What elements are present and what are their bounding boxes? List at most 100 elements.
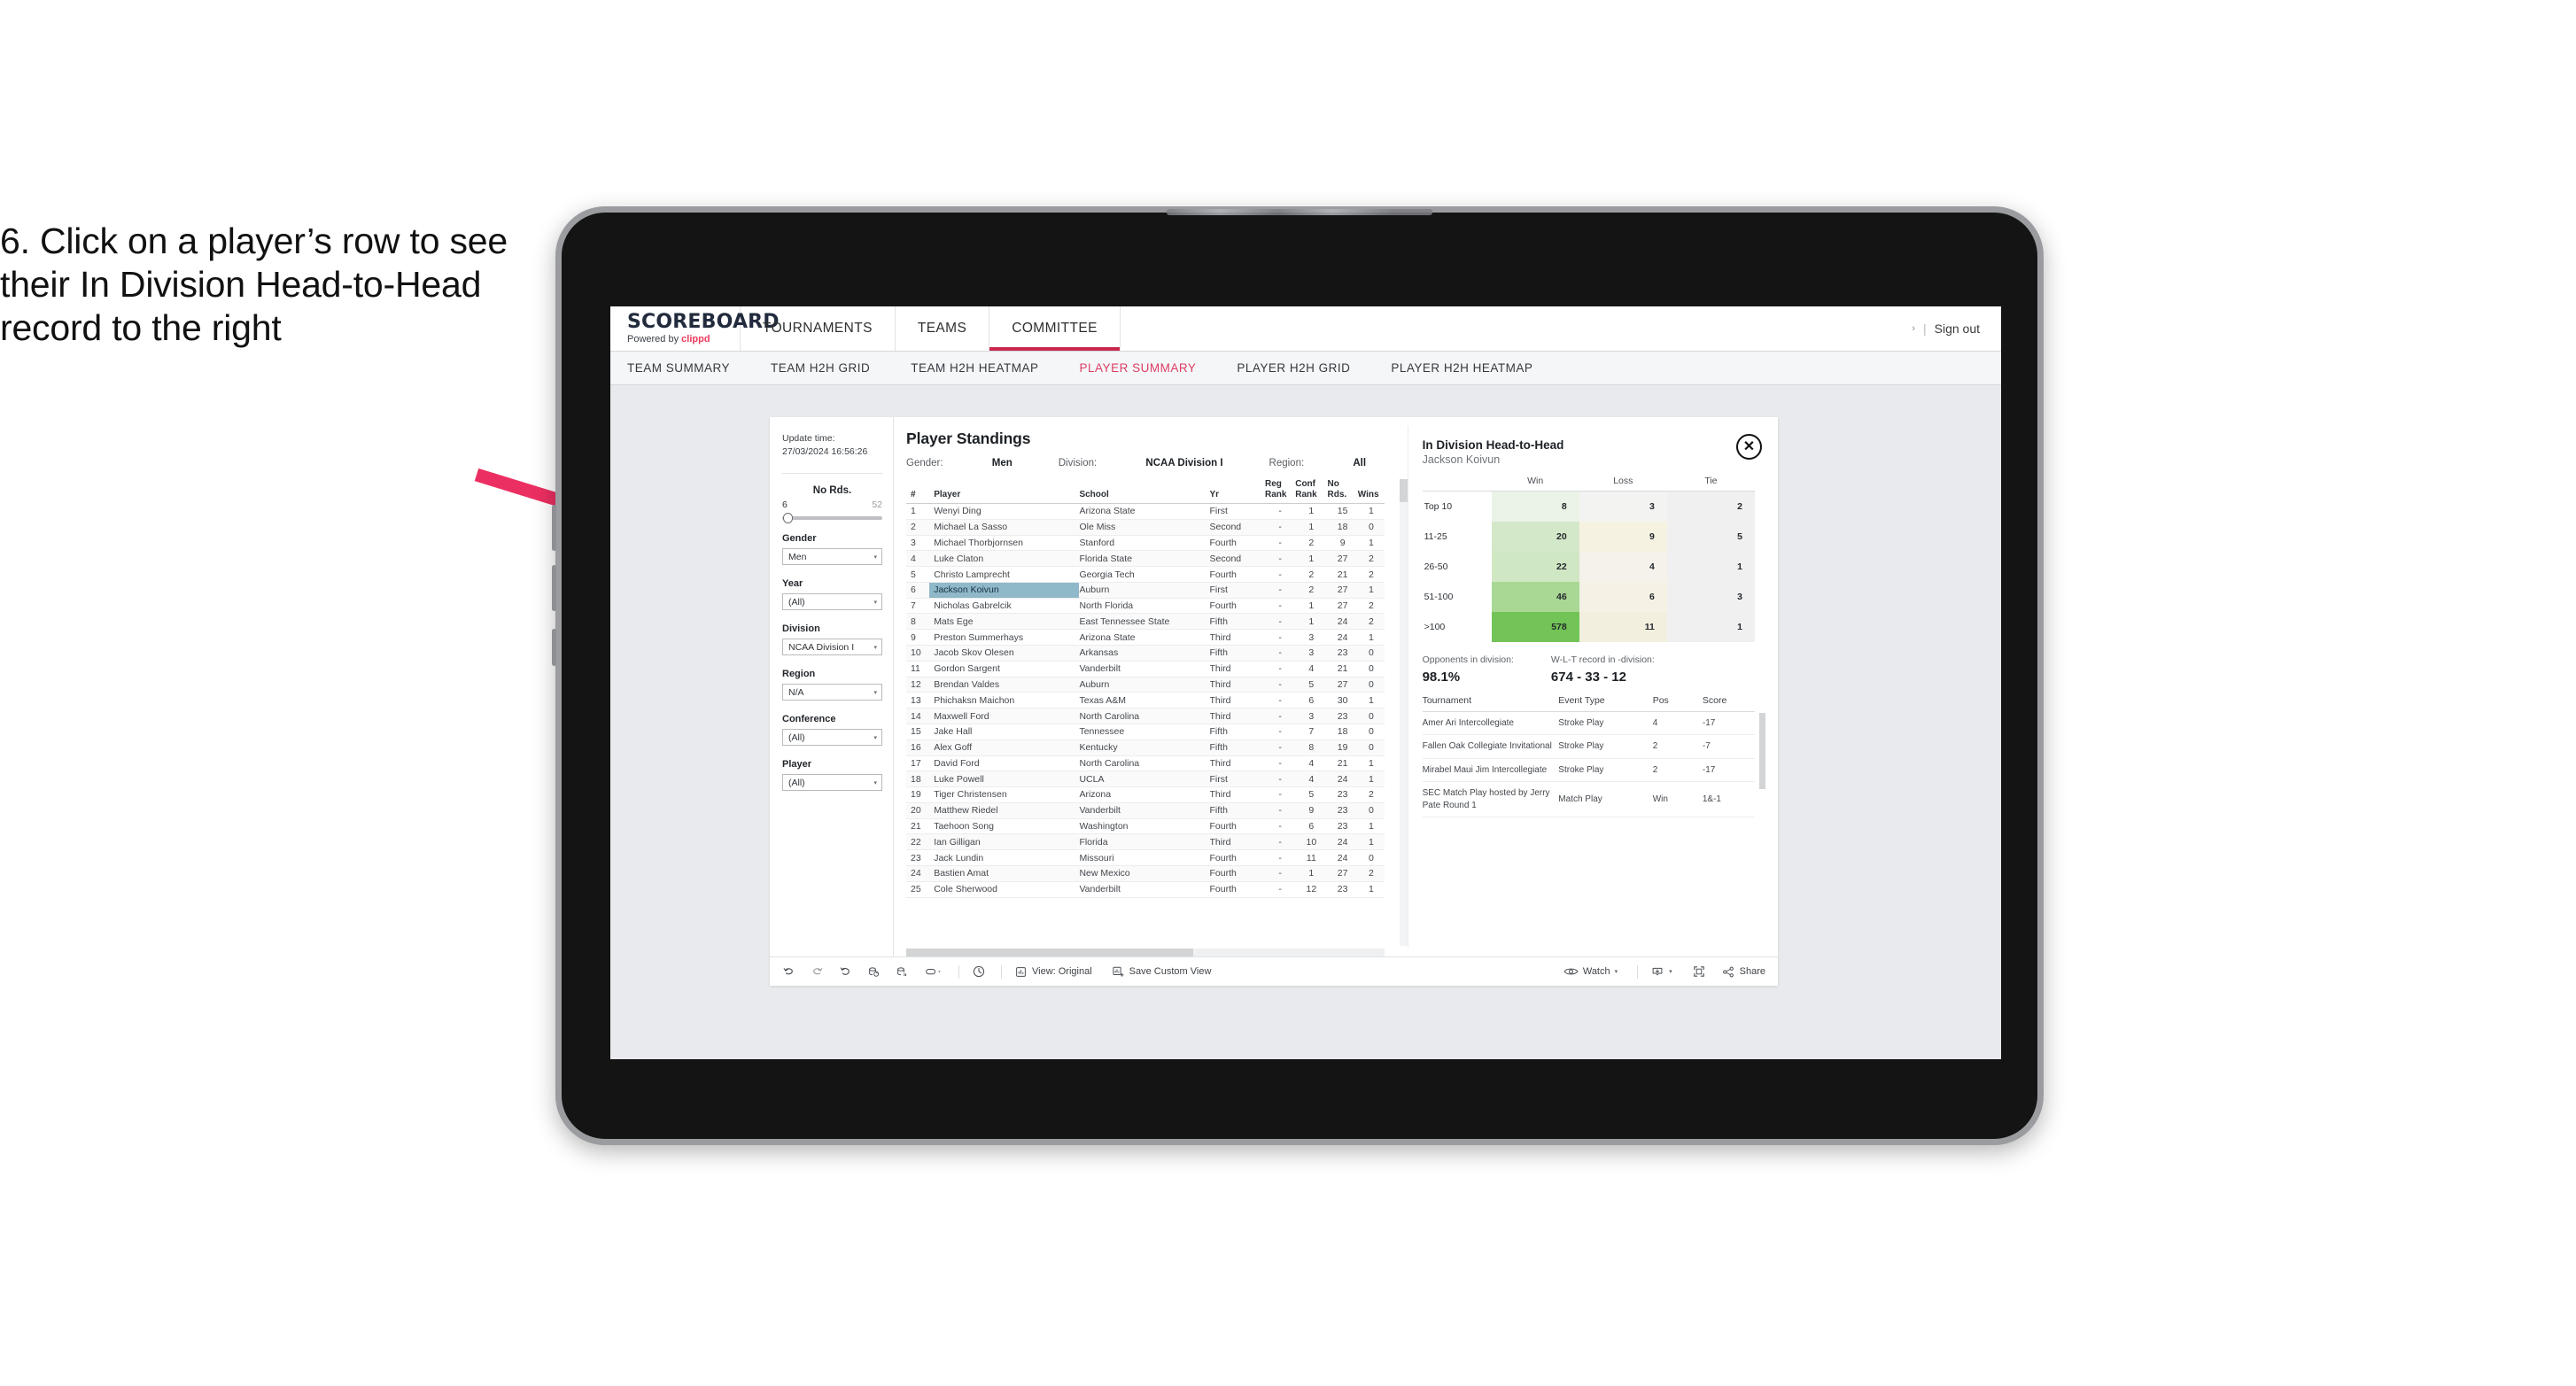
col-no-rds[interactable]: No Rds. bbox=[1327, 479, 1358, 504]
filter-year-select[interactable]: (All) ▾ bbox=[782, 593, 882, 611]
brand-logo[interactable]: SCOREBOARD Powered by clippd bbox=[610, 306, 780, 351]
filter-conference-value: (All) bbox=[788, 732, 805, 743]
table-row[interactable]: 7 Nicholas Gabrelcik North Florida Fourth -1… bbox=[906, 598, 1385, 615]
table-row[interactable]: 19 Tiger Christensen Arizona Third -5 23 2 bbox=[906, 786, 1385, 803]
filter-gender-select[interactable]: Men ▾ bbox=[782, 548, 882, 566]
cell-yr: Fourth bbox=[1209, 865, 1265, 882]
refresh-data-icon[interactable] bbox=[867, 965, 881, 979]
cell-yr: Fourth bbox=[1209, 881, 1265, 898]
table-row[interactable]: 6 Jackson Koivun Auburn First -2 27 1 bbox=[906, 582, 1385, 599]
cell-rank: 21 bbox=[906, 818, 930, 835]
table-row[interactable]: 17 David Ford North Carolina Third -4 21 1 bbox=[906, 755, 1385, 772]
tab-player-h2h-grid[interactable]: PLAYER H2H GRID bbox=[1237, 361, 1350, 375]
tournament-scrollbar[interactable] bbox=[1759, 712, 1765, 789]
filter-conference-select[interactable]: (All) ▾ bbox=[782, 729, 882, 747]
cell-conf-rank: 6 bbox=[1295, 692, 1328, 709]
cell-wins: 0 bbox=[1357, 661, 1385, 678]
device-button-volume-up[interactable] bbox=[552, 505, 556, 551]
col-school[interactable]: School bbox=[1079, 479, 1210, 504]
cell-school: Tennessee bbox=[1079, 724, 1210, 740]
filter-player-select[interactable]: (All) ▾ bbox=[782, 774, 882, 792]
col-yr[interactable]: Yr bbox=[1209, 479, 1265, 504]
filter-region-select[interactable]: N/A ▾ bbox=[782, 684, 882, 701]
cell-no-rds: 23 bbox=[1327, 786, 1358, 803]
col-conf-rank[interactable]: Conf Rank bbox=[1295, 479, 1328, 504]
eye-icon bbox=[1563, 968, 1579, 975]
list-item[interactable]: Amer Ari Intercollegiate Stroke Play 4 -17 bbox=[1422, 711, 1755, 735]
watch-button[interactable]: Watch ▾ bbox=[1563, 965, 1618, 978]
filter-division-select[interactable]: NCAA Division I ▾ bbox=[782, 639, 882, 656]
cell-school: Stanford bbox=[1079, 535, 1210, 552]
standings-header-row: # Player School Yr Reg Rank Conf Rank No… bbox=[906, 479, 1385, 504]
tab-player-h2h-heatmap[interactable]: PLAYER H2H HEATMAP bbox=[1391, 361, 1532, 375]
h2h-col-loss: Loss bbox=[1579, 476, 1667, 492]
list-item[interactable]: Fallen Oak Collegiate Invitational Stroke… bbox=[1422, 734, 1755, 759]
table-row[interactable]: 21 Taehoon Song Washington Fourth -6 23 1 bbox=[906, 818, 1385, 835]
download-button[interactable]: ▾ bbox=[1650, 965, 1672, 979]
cell-conf-rank: 1 bbox=[1295, 865, 1328, 882]
close-icon[interactable]: ✕ bbox=[1736, 434, 1762, 460]
cell-pos: 4 bbox=[1652, 711, 1703, 735]
no-rds-slider[interactable] bbox=[782, 513, 882, 524]
pause-refresh-icon[interactable] bbox=[972, 964, 986, 979]
cell-reg-rank: - bbox=[1264, 833, 1296, 851]
tab-team-summary[interactable]: TEAM SUMMARY bbox=[627, 361, 730, 375]
no-rds-slider-handle[interactable] bbox=[783, 513, 793, 524]
table-row[interactable]: 4 Luke Claton Florida State Second -1 27 2 bbox=[906, 550, 1385, 568]
cell-no-rds: 23 bbox=[1327, 708, 1358, 724]
table-row[interactable]: 3 Michael Thorbjornsen Stanford Fourth -2 9 1 bbox=[906, 535, 1385, 552]
table-row[interactable]: 25 Cole Sherwood Vanderbilt Fourth -12 23 1 bbox=[906, 881, 1385, 898]
undo-icon[interactable] bbox=[782, 965, 795, 979]
table-row[interactable]: 20 Matthew Riedel Vanderbilt Fifth -9 23 0 bbox=[906, 802, 1385, 819]
cell-conf-rank: 1 bbox=[1295, 598, 1328, 615]
standings-horizontal-scrollbar[interactable] bbox=[906, 949, 1385, 956]
table-row[interactable]: 24 Bastien Amat New Mexico Fourth -1 27 2 bbox=[906, 865, 1385, 882]
nav-tournaments[interactable]: TOURNAMENTS bbox=[741, 306, 896, 351]
standings-vertical-thumb[interactable] bbox=[1399, 479, 1408, 502]
list-item[interactable]: Mirabel Maui Jim Intercollegiate Stroke P… bbox=[1422, 758, 1755, 782]
col-wins[interactable]: Wins bbox=[1357, 479, 1385, 504]
table-row[interactable]: 5 Christo Lamprecht Georgia Tech Fourth -2 21… bbox=[906, 566, 1385, 583]
nav-committee[interactable]: COMMITTEE bbox=[989, 306, 1121, 351]
table-row[interactable]: 16 Alex Goff Kentucky Fifth -8 19 0 bbox=[906, 739, 1385, 756]
save-custom-view-button[interactable]: Save Custom View bbox=[1112, 965, 1211, 979]
standings-horizontal-thumb[interactable] bbox=[906, 949, 1193, 956]
table-row[interactable]: 12 Brendan Valdes Auburn Third -5 27 0 bbox=[906, 677, 1385, 693]
standings-vertical-scrollbar[interactable] bbox=[1399, 479, 1408, 946]
nav-teams[interactable]: TEAMS bbox=[896, 306, 990, 351]
device-button-power[interactable] bbox=[552, 629, 556, 666]
col-rank[interactable]: # bbox=[906, 479, 930, 504]
h2h-matrix-header-row: Win Loss Tie bbox=[1422, 476, 1755, 492]
cell-yr: Fifth bbox=[1209, 739, 1265, 756]
table-row[interactable]: 13 Phichaksn Maichon Texas A&M Third -6 30 1 bbox=[906, 692, 1385, 709]
revert-icon[interactable] bbox=[839, 965, 852, 979]
table-row[interactable]: 8 Mats Ege East Tennessee State Fifth -1 24 2 bbox=[906, 613, 1385, 631]
tab-team-h2h-heatmap[interactable]: TEAM H2H HEATMAP bbox=[911, 361, 1038, 375]
table-row[interactable]: 9 Preston Summerhays Arizona State Third -3 2… bbox=[906, 629, 1385, 647]
col-player[interactable]: Player bbox=[929, 479, 1080, 504]
highlight-icon[interactable] bbox=[924, 965, 943, 979]
share-button[interactable]: Share bbox=[1721, 965, 1765, 979]
device-button-volume-down[interactable] bbox=[552, 565, 556, 611]
col-reg-rank[interactable]: Reg Rank bbox=[1264, 479, 1296, 504]
table-row[interactable]: 18 Luke Powell UCLA First -4 24 1 bbox=[906, 770, 1385, 788]
table-row[interactable]: 15 Jake Hall Tennessee Fifth -7 18 0 bbox=[906, 724, 1385, 740]
fullscreen-icon[interactable] bbox=[1692, 964, 1706, 979]
tab-team-h2h-grid[interactable]: TEAM H2H GRID bbox=[771, 361, 870, 375]
tab-player-summary[interactable]: PLAYER SUMMARY bbox=[1080, 361, 1197, 375]
no-rds-label: No Rds. bbox=[812, 485, 852, 497]
cell-reg-rank: - bbox=[1264, 724, 1296, 740]
view-original-button[interactable]: View: Original bbox=[1014, 965, 1092, 979]
table-row[interactable]: 22 Ian Gilligan Florida Third -10 24 1 bbox=[906, 833, 1385, 851]
table-row[interactable]: 11 Gordon Sargent Vanderbilt Third -4 21 0 bbox=[906, 661, 1385, 678]
table-row[interactable]: 14 Maxwell Ford North Carolina Third -3 23 0 bbox=[906, 708, 1385, 724]
list-item[interactable]: SEC Match Play hosted by Jerry Pate Roun… bbox=[1422, 781, 1755, 817]
table-row[interactable]: 23 Jack Lundin Missouri Fourth -11 24 0 bbox=[906, 849, 1385, 866]
sign-out-link[interactable]: Sign out bbox=[1935, 321, 1980, 336]
redo-icon[interactable] bbox=[811, 965, 824, 979]
table-row[interactable]: 1 Wenyi Ding Arizona State First -1 15 1 bbox=[906, 503, 1385, 520]
table-row[interactable]: 2 Michael La Sasso Ole Miss Second -1 18 0 bbox=[906, 519, 1385, 536]
cell-reg-rank: - bbox=[1264, 786, 1296, 803]
table-row[interactable]: 10 Jacob Skov Olesen Arkansas Fifth -3 23 0 bbox=[906, 645, 1385, 662]
pause-data-icon[interactable] bbox=[896, 965, 909, 979]
